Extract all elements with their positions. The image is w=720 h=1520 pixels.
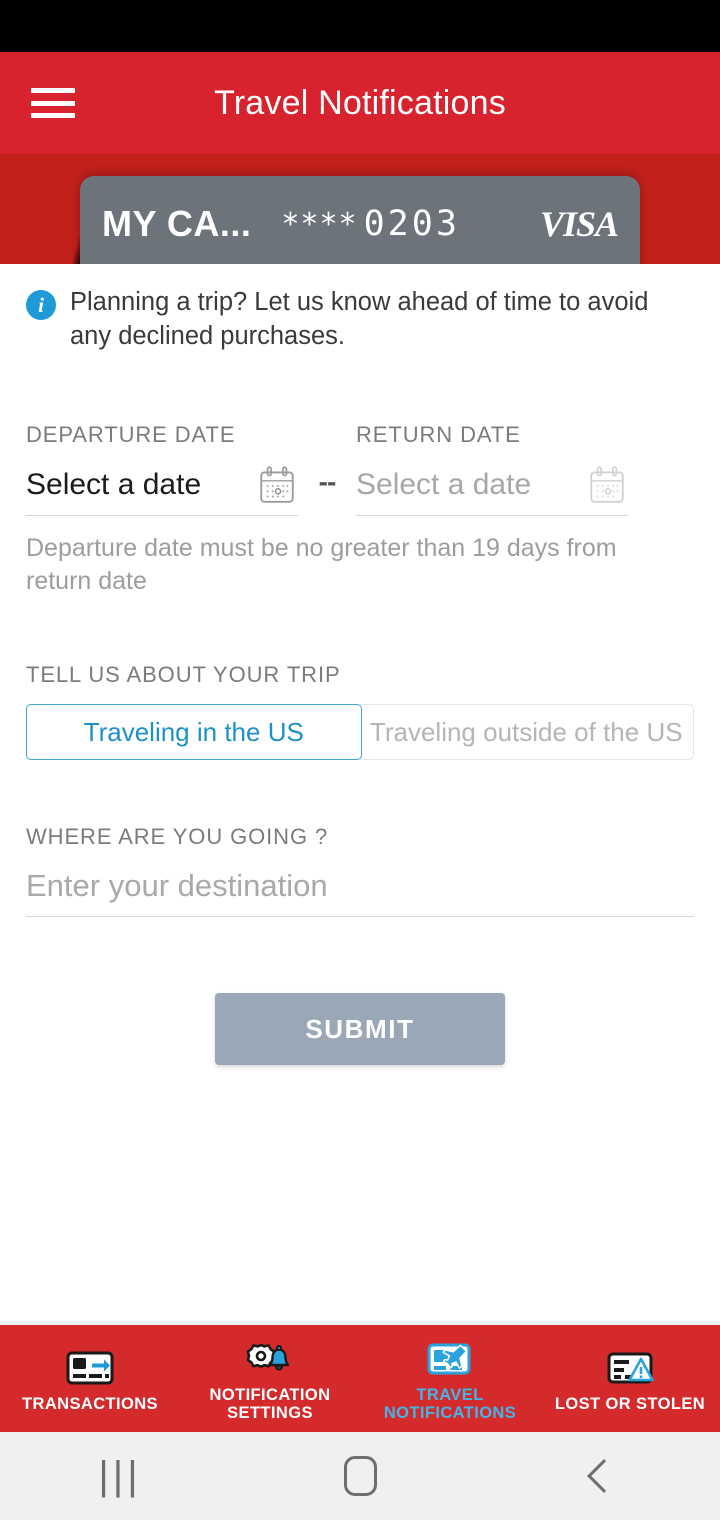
card-number: **** 0203 xyxy=(281,204,460,244)
tab-label-lost-or-stolen: LOST OR STOLEN xyxy=(554,1394,706,1413)
recents-icon: ||| xyxy=(98,1453,142,1498)
credit-card[interactable]: MY CA... **** 0203 VISA xyxy=(80,176,640,264)
date-validation-hint: Departure date must be no greater than 1… xyxy=(26,533,617,596)
destination-section: WHERE ARE YOU GOING ? Enter your destina… xyxy=(26,824,694,918)
tab-travel-notifications[interactable]: TRAVEL NOTIFICATIONS xyxy=(360,1335,540,1423)
home-button[interactable] xyxy=(240,1456,480,1496)
card-airplane-icon xyxy=(427,1343,471,1375)
recents-button[interactable]: ||| xyxy=(0,1454,240,1499)
hamburger-menu-icon[interactable] xyxy=(31,88,75,118)
date-range-separator: -- xyxy=(318,465,337,497)
destination-input[interactable]: Enter your destination xyxy=(26,868,694,918)
trip-type-section: TELL US ABOUT YOUR TRIP Traveling in the… xyxy=(26,662,694,761)
destination-label: WHERE ARE YOU GOING ? xyxy=(26,824,329,850)
return-date-label: RETURN DATE xyxy=(356,421,521,447)
back-button[interactable] xyxy=(480,1459,720,1493)
departure-date-label: DEPARTURE DATE xyxy=(26,421,236,447)
bottom-tab-bar: TRANSACTIONS NOTIFICATION SETTINGS TRAVE… xyxy=(0,1322,720,1432)
tab-notification-settings[interactable]: NOTIFICATION SETTINGS xyxy=(180,1335,360,1423)
submit-button[interactable]: SUBMIT xyxy=(215,993,505,1066)
gear-bell-icon xyxy=(246,1343,290,1371)
calendar-icon[interactable] xyxy=(256,464,298,506)
app-header: Travel Notifications xyxy=(0,52,720,154)
card-mask: **** xyxy=(281,206,358,242)
departure-date-value: Select a date xyxy=(26,467,202,501)
tab-lost-or-stolen[interactable]: LOST OR STOLEN xyxy=(540,1344,720,1413)
info-circle-icon: i xyxy=(26,290,56,320)
trip-type-toggle-group: Traveling in the US Traveling outside of… xyxy=(26,704,694,761)
tab-transactions[interactable]: TRANSACTIONS xyxy=(0,1344,180,1413)
info-banner-text: Planning a trip? Let us know ahead of ti… xyxy=(70,288,649,350)
info-banner: i Planning a trip? Let us know ahead of … xyxy=(26,264,694,354)
app-root: Travel Notifications MY CA... **** 0203 … xyxy=(0,0,720,1520)
calendar-icon[interactable] xyxy=(586,464,628,506)
return-date-field[interactable]: RETURN DATE Select a date xyxy=(356,422,628,516)
departure-date-field[interactable]: DEPARTURE DATE Select a date xyxy=(26,422,298,516)
toggle-traveling-outside-us[interactable]: Traveling outside of the US xyxy=(359,704,694,761)
return-date-input[interactable]: Select a date xyxy=(356,464,628,516)
card-arrow-icon xyxy=(66,1351,114,1385)
visa-logo: VISA xyxy=(539,204,619,244)
page-title: Travel Notifications xyxy=(214,83,506,122)
trip-type-label: TELL US ABOUT YOUR TRIP xyxy=(26,662,341,688)
tab-label-travel-notifications: TRAVEL NOTIFICATIONS xyxy=(383,1385,517,1422)
card-carousel: MY CA... **** 0203 VISA xyxy=(0,154,720,264)
back-icon xyxy=(587,1459,621,1493)
card-nickname: MY CA... xyxy=(102,203,252,244)
departure-date-input[interactable]: Select a date xyxy=(26,464,298,516)
submit-row: SUBMIT xyxy=(26,993,694,1066)
card-warning-icon xyxy=(607,1352,654,1384)
home-icon xyxy=(343,1456,377,1496)
return-date-value: Select a date xyxy=(356,467,532,501)
status-bar xyxy=(0,0,720,52)
tab-label-transactions: TRANSACTIONS xyxy=(22,1394,158,1413)
android-navigation-bar: ||| xyxy=(0,1432,720,1520)
tab-label-notification-settings: NOTIFICATION SETTINGS xyxy=(209,1385,331,1422)
toggle-traveling-in-us[interactable]: Traveling in the US xyxy=(26,704,362,761)
main-content: i Planning a trip? Let us know ahead of … xyxy=(0,264,720,1322)
card-last-four: 0203 xyxy=(363,204,460,244)
date-range-row: DEPARTURE DATE Select a date -- RETURN D… xyxy=(26,422,694,516)
